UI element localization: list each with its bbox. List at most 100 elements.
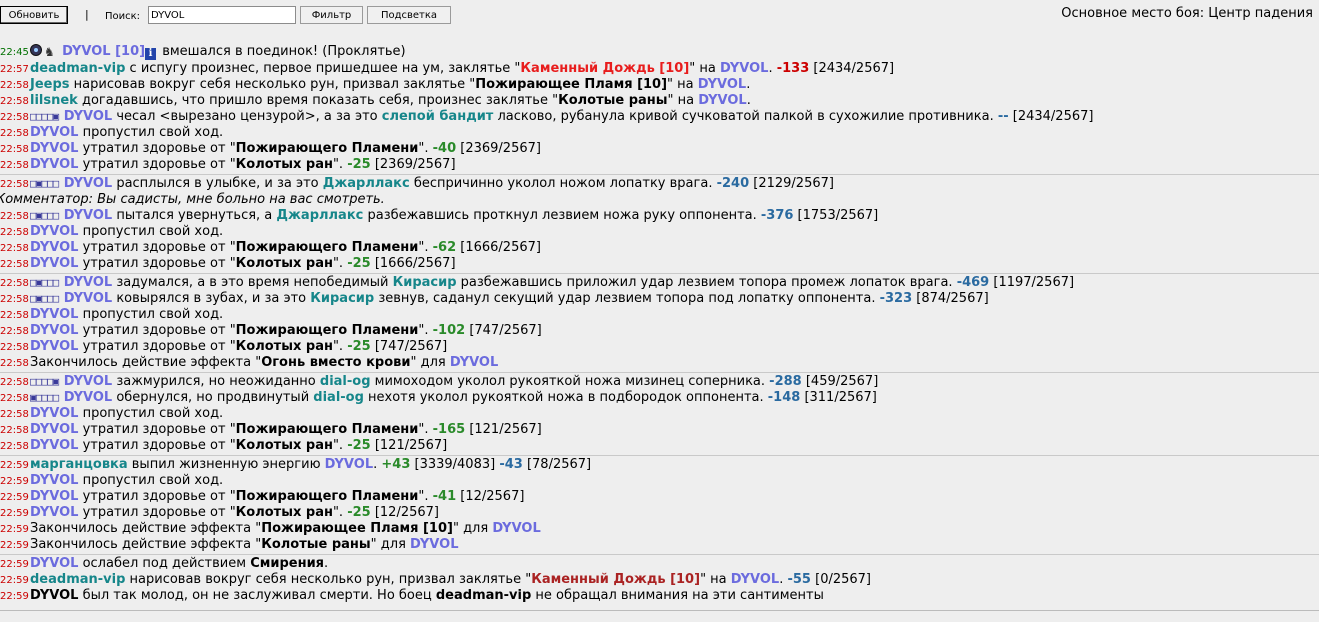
player-name[interactable]: DYVOL bbox=[30, 489, 78, 504]
log-text: ". bbox=[418, 323, 433, 338]
player-name[interactable]: DYVOL bbox=[492, 521, 540, 536]
log-text: " на bbox=[689, 61, 721, 76]
player-name[interactable]: DYVOL bbox=[30, 339, 78, 354]
player-name[interactable]: DYVOL bbox=[64, 390, 112, 405]
log-time[interactable]: 22:58 bbox=[0, 110, 30, 126]
player-name[interactable]: DYVOL bbox=[30, 157, 78, 172]
player-name[interactable]: DYVOL bbox=[30, 141, 78, 156]
player-name[interactable]: DYVOL bbox=[410, 537, 458, 552]
log-line: 22:45 ♞ DYVOL [10] i вмешался в поединок! … bbox=[0, 42, 1319, 61]
player-name[interactable]: слепой бандит bbox=[382, 109, 494, 124]
player-name[interactable]: DYVOL bbox=[64, 176, 112, 191]
player-name[interactable]: DYVOL bbox=[698, 93, 746, 108]
log-time[interactable]: 22:59 bbox=[0, 474, 30, 490]
player-name[interactable]: DYVOL bbox=[64, 109, 112, 124]
player-name[interactable]: DYVOL bbox=[450, 355, 498, 370]
log-time[interactable]: 22:59 bbox=[0, 573, 30, 589]
player-name[interactable]: DYVOL bbox=[720, 61, 768, 76]
log-time[interactable]: 22:59 bbox=[0, 490, 30, 506]
log-time[interactable]: 22:58 bbox=[0, 209, 30, 225]
player-name[interactable]: deadman-vip bbox=[30, 572, 125, 587]
log-time[interactable]: 22:58 bbox=[0, 356, 30, 372]
player-name[interactable]: DYVOL bbox=[64, 291, 112, 306]
player-name[interactable]: lilsnek bbox=[30, 93, 78, 108]
player-name[interactable]: DYVOL bbox=[30, 406, 78, 421]
info-icon[interactable]: i bbox=[145, 48, 157, 60]
player-name[interactable]: Джарллакс bbox=[323, 176, 410, 191]
log-time[interactable]: 22:58 bbox=[0, 340, 30, 356]
player-name[interactable]: DYVOL bbox=[30, 323, 78, 338]
log-time[interactable]: 22:59 bbox=[0, 458, 30, 474]
search-input[interactable] bbox=[148, 6, 296, 24]
player-name[interactable]: Jeeps bbox=[30, 77, 70, 92]
refresh-button[interactable]: Обновить bbox=[0, 6, 68, 24]
player-name[interactable]: DYVOL bbox=[30, 256, 78, 271]
player-name[interactable]: DYVOL bbox=[30, 422, 78, 437]
player-name[interactable]: марганцовка bbox=[30, 457, 128, 472]
player-name[interactable]: DYVOL bbox=[64, 374, 112, 389]
log-line: 22:58DYVOL утратил здоровье от "Пожирающ… bbox=[0, 240, 1319, 256]
log-time[interactable]: 22:58 bbox=[0, 423, 30, 439]
log-time[interactable]: 22:58 bbox=[0, 158, 30, 174]
player-name[interactable]: DYVOL bbox=[64, 275, 112, 290]
log-time[interactable]: 22:58 bbox=[0, 126, 30, 142]
log-text: ". bbox=[418, 489, 433, 504]
log-time[interactable]: 22:58 bbox=[0, 78, 30, 94]
log-time[interactable]: 22:59 bbox=[0, 538, 30, 554]
log-time[interactable]: 22:59 bbox=[0, 506, 30, 522]
player-name[interactable]: DYVOL bbox=[30, 240, 78, 255]
log-time[interactable]: 22:58 bbox=[0, 257, 30, 273]
player-name[interactable]: DYVOL bbox=[30, 438, 78, 453]
log-time[interactable]: 22:58 bbox=[0, 439, 30, 455]
log-time[interactable]: 22:58 bbox=[0, 375, 30, 391]
player-name[interactable]: Джарллакс bbox=[276, 208, 363, 223]
player-name[interactable]: DYVOL [10] bbox=[62, 44, 145, 59]
log-time[interactable]: 22:57 bbox=[0, 62, 30, 78]
player-name[interactable]: DYVOL bbox=[325, 457, 373, 472]
log-text: -55 bbox=[787, 572, 811, 587]
log-separator bbox=[0, 273, 1319, 274]
log-time[interactable]: 22:58 bbox=[0, 324, 30, 340]
player-name[interactable]: deadman-vip bbox=[30, 61, 125, 76]
player-name[interactable]: Кирасир bbox=[310, 291, 374, 306]
player-name[interactable]: DYVOL bbox=[30, 473, 78, 488]
player-name[interactable]: dial-og bbox=[320, 374, 371, 389]
log-time[interactable]: 22:59 bbox=[0, 557, 30, 573]
log-time[interactable]: 22:58 bbox=[0, 142, 30, 158]
player-name[interactable]: DYVOL bbox=[30, 125, 78, 140]
player-name[interactable]: DYVOL bbox=[30, 307, 78, 322]
log-time[interactable]: 22:58 bbox=[0, 407, 30, 423]
player-name[interactable]: Кирасир bbox=[393, 275, 457, 290]
log-text: нарисовав вокруг себя несколько рун, при… bbox=[125, 572, 532, 587]
log-time[interactable]: 22:45 bbox=[0, 43, 30, 62]
hit-zone-indicator: □▣□□□ bbox=[30, 177, 64, 190]
log-time[interactable]: 22:58 bbox=[0, 276, 30, 292]
log-time[interactable]: 22:58 bbox=[0, 225, 30, 241]
log-time[interactable]: 22:58 bbox=[0, 308, 30, 324]
log-time[interactable]: 22:58 bbox=[0, 94, 30, 110]
highlight-button[interactable]: Подсветка bbox=[367, 6, 451, 24]
log-time[interactable]: 22:59 bbox=[0, 522, 30, 538]
log-time[interactable]: 22:58 bbox=[0, 177, 30, 193]
player-name[interactable]: dial-og bbox=[313, 390, 364, 405]
log-time[interactable]: 22:59 bbox=[0, 589, 30, 605]
player-name[interactable]: DYVOL bbox=[30, 505, 78, 520]
log-text: " для bbox=[452, 521, 493, 536]
player-name[interactable]: DYVOL bbox=[30, 556, 78, 571]
log-text: выпил жизненную энергию bbox=[127, 457, 325, 472]
log-text: утратил здоровье от " bbox=[78, 157, 236, 172]
log-line: 22:58DYVOL утратил здоровье от "Пожирающ… bbox=[0, 141, 1319, 157]
log-time[interactable]: 22:58 bbox=[0, 241, 30, 257]
filter-button[interactable]: Фильтр bbox=[300, 6, 363, 24]
player-name[interactable]: DYVOL bbox=[64, 208, 112, 223]
log-line: 22:58Jeeps нарисовав вокруг себя несколь… bbox=[0, 77, 1319, 93]
bottom-scrollbar[interactable] bbox=[0, 610, 1319, 622]
log-text: ". bbox=[332, 505, 348, 520]
player-name[interactable]: DYVOL bbox=[698, 77, 746, 92]
player-name[interactable]: DYVOL bbox=[731, 572, 779, 587]
log-time[interactable]: 22:58 bbox=[0, 292, 30, 308]
log-line: 22:58□▣□□□ DYVOL пытался увернуться, а Д… bbox=[0, 208, 1319, 224]
player-name[interactable]: DYVOL bbox=[30, 224, 78, 239]
log-text: deadman-vip bbox=[435, 588, 532, 603]
log-time[interactable]: 22:58 bbox=[0, 391, 30, 407]
